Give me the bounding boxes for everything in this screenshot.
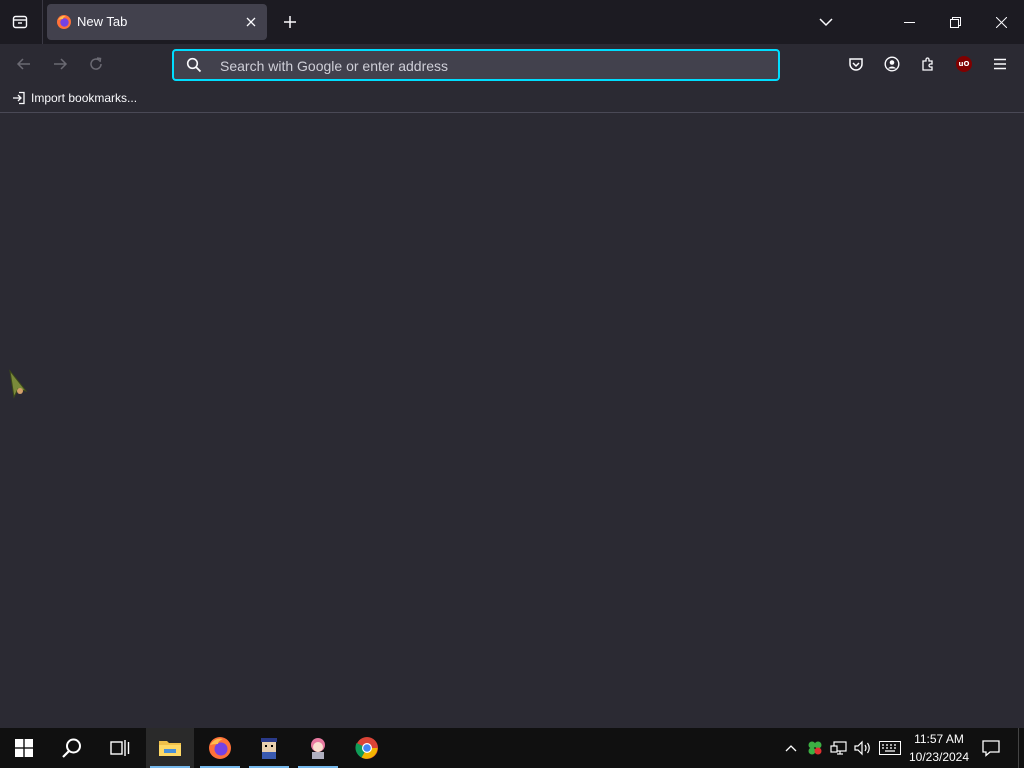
firefox-window: New Tab Search with Google or enter addr…: [0, 0, 1024, 728]
clock-date: 10/23/2024: [908, 750, 970, 764]
taskbar-firefox[interactable]: [196, 728, 244, 768]
firefox-view-icon: [12, 15, 28, 29]
plus-icon: [284, 16, 296, 28]
pocket-button[interactable]: [840, 48, 872, 80]
show-hidden-icons-button[interactable]: [780, 728, 802, 768]
new-tab-button[interactable]: [274, 6, 306, 38]
close-icon: [995, 16, 1007, 28]
tab-close-button[interactable]: [241, 12, 261, 32]
close-icon: [246, 17, 256, 27]
action-center-button[interactable]: [976, 728, 1006, 768]
extensions-button[interactable]: [912, 48, 944, 80]
keyboard-icon: [879, 741, 901, 755]
search-icon: [62, 738, 81, 758]
bookmarks-toolbar: Import bookmarks...: [0, 84, 1024, 113]
minimize-button[interactable]: [886, 0, 932, 44]
firefox-view-button[interactable]: [4, 6, 36, 38]
hamburger-menu-icon: [994, 58, 1006, 70]
import-bookmarks-button[interactable]: Import bookmarks...: [8, 87, 141, 109]
address-bar[interactable]: [172, 49, 780, 81]
chevron-up-icon: [785, 745, 797, 752]
tray-app-icon-button[interactable]: [804, 728, 826, 768]
navigation-toolbar: uO: [0, 44, 1024, 84]
back-button[interactable]: [8, 48, 40, 80]
firefox-favicon-icon: [57, 15, 71, 29]
tab-title: New Tab: [77, 14, 128, 29]
speaker-icon: [854, 740, 870, 756]
minimize-icon: [903, 21, 915, 23]
tab-strip: New Tab: [0, 0, 1024, 44]
tab-separator: [42, 0, 43, 44]
arrow-right-icon: [54, 58, 68, 70]
taskbar-clock[interactable]: 11:57 AM 10/23/2024: [904, 730, 974, 766]
task-view-button[interactable]: [96, 728, 144, 768]
show-desktop-button[interactable]: [1018, 728, 1024, 768]
ublock-origin-button[interactable]: uO: [948, 48, 980, 80]
account-icon: [884, 56, 900, 72]
notification-icon: [982, 740, 1000, 757]
firefox-icon: [209, 737, 231, 759]
restore-icon: [949, 16, 961, 28]
task-view-icon: [110, 740, 130, 756]
pixel-character-icon: [261, 738, 277, 759]
reload-button[interactable]: [80, 48, 112, 80]
import-bookmarks-label: Import bookmarks...: [31, 91, 138, 105]
tab-new-tab[interactable]: New Tab: [47, 4, 267, 40]
chevron-down-icon: [819, 18, 833, 27]
page-content: [0, 113, 1024, 728]
volume-button[interactable]: [852, 728, 874, 768]
touch-keyboard-button[interactable]: [876, 728, 904, 768]
url-input[interactable]: [218, 51, 762, 81]
taskbar-app-pixel-character[interactable]: [245, 728, 293, 768]
forward-button[interactable]: [44, 48, 76, 80]
ublock-origin-icon: uO: [956, 56, 972, 72]
import-icon: [13, 91, 25, 105]
clock-time: 11:57 AM: [914, 732, 964, 746]
custom-cursor-icon: [9, 369, 28, 399]
network-button[interactable]: [828, 728, 850, 768]
taskbar-app-anime-character[interactable]: [294, 728, 342, 768]
start-button[interactable]: [0, 728, 48, 768]
close-window-button[interactable]: [978, 0, 1024, 44]
pocket-icon: [849, 58, 863, 71]
list-all-tabs-button[interactable]: [810, 6, 842, 38]
account-button[interactable]: [876, 48, 908, 80]
folder-icon: [159, 741, 181, 756]
anime-character-icon: [311, 738, 325, 759]
puzzle-icon: [922, 57, 933, 71]
search-icon: [186, 57, 202, 73]
windows-logo-icon: [15, 739, 33, 757]
chrome-icon: [355, 737, 378, 759]
reload-icon: [90, 57, 102, 70]
clover-tray-icon: [808, 741, 822, 755]
taskbar-file-explorer[interactable]: [146, 728, 194, 768]
taskbar-search-button[interactable]: [48, 728, 96, 768]
taskbar-chrome[interactable]: [343, 728, 391, 768]
arrow-left-icon: [16, 58, 30, 70]
app-menu-button[interactable]: [984, 48, 1016, 80]
restore-button[interactable]: [932, 0, 978, 44]
network-icon: [830, 741, 847, 755]
windows-taskbar: 11:57 AM 10/23/2024: [0, 728, 1024, 768]
